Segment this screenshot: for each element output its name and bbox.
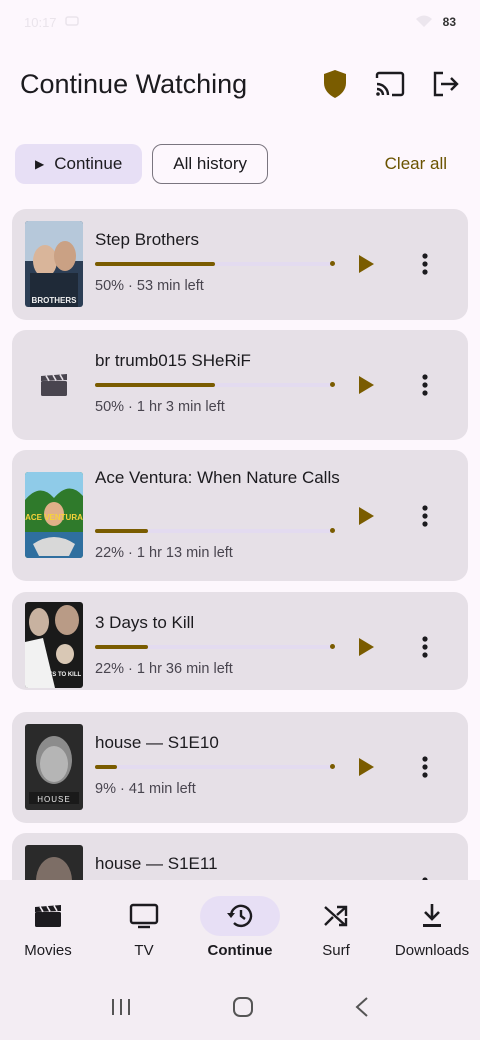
all-history-chip[interactable]: All history [152, 144, 268, 184]
item-title: house — S1E11 [95, 854, 218, 873]
progress-fill [95, 383, 215, 387]
shuffle-icon [296, 896, 376, 936]
list-item[interactable]: 3DAYS TO KILL 3 Days to Kill 22% · 1 hr … [12, 592, 468, 690]
history-icon [200, 896, 280, 936]
clapperboard-icon [8, 896, 88, 936]
play-icon[interactable] [356, 254, 376, 274]
top-app-bar: Continue Watching [0, 52, 480, 116]
svg-text:HOUSE: HOUSE [37, 795, 70, 804]
nav-label: Surf [322, 942, 350, 959]
progress-fill [95, 262, 215, 266]
nav-label: Downloads [394, 942, 470, 959]
item-meta: 22% · 1 hr 36 min left [95, 661, 233, 677]
progress-bar [95, 528, 335, 533]
svg-text:BROTHERS: BROTHERS [32, 296, 78, 305]
continue-chip-label: Continue [54, 154, 123, 173]
progress-bar [95, 382, 335, 387]
continue-filter-chip[interactable]: ▶ Continue [15, 144, 143, 184]
nav-item-downloads[interactable]: Downloads [384, 880, 480, 978]
filter-row: ▶ Continue All history Clear all [15, 143, 465, 185]
item-meta: 22% · 1 hr 13 min left [95, 545, 233, 561]
progress-end-dot [330, 261, 335, 266]
play-icon[interactable] [356, 375, 376, 395]
list-item[interactable]: br trumb015 SHeRiF 50% · 1 hr 3 min left [12, 330, 468, 440]
poster-thumbnail: 3DAYS TO KILL [25, 602, 83, 688]
item-meta: 50% · 1 hr 3 min left [95, 399, 225, 415]
play-small-icon: ▶ [35, 157, 45, 171]
home-icon[interactable] [232, 996, 254, 1023]
history-chip-label: All history [173, 154, 247, 173]
more-options-icon[interactable] [415, 635, 435, 659]
notification-icon [64, 14, 79, 31]
item-meta: 50% · 53 min left [95, 278, 204, 294]
nav-item-continue[interactable]: Continue [192, 880, 288, 978]
system-navigation-bar [0, 978, 480, 1040]
nav-item-movies[interactable]: Movies [0, 880, 96, 978]
progress-end-dot [330, 644, 335, 649]
nav-label: TV [134, 942, 154, 959]
svg-text:3DAYS TO KILL: 3DAYS TO KILL [37, 672, 82, 678]
status-bar: 10:17 83 [0, 0, 480, 44]
list-item[interactable]: BROTHERS Step Brothers 50% · 53 min left [12, 209, 468, 320]
item-title: Ace Ventura: When Nature Calls [95, 468, 340, 487]
progress-fill [95, 645, 148, 649]
poster-thumbnail [25, 845, 83, 880]
progress-fill [95, 765, 117, 769]
recent-apps-icon[interactable] [110, 997, 132, 1022]
more-options-icon[interactable] [415, 373, 435, 397]
item-title: Step Brothers [95, 230, 199, 249]
back-icon[interactable] [354, 996, 370, 1023]
item-title: br trumb015 SHeRiF [95, 351, 251, 370]
nav-label: Movies [24, 942, 72, 959]
more-options-icon[interactable] [415, 504, 435, 528]
poster-thumbnail: BROTHERS [25, 221, 83, 307]
nav-label: Continue [207, 942, 273, 959]
progress-end-dot [330, 528, 335, 533]
clapperboard-icon [25, 342, 83, 428]
poster-thumbnail: ACE VENTURA [25, 472, 83, 558]
nav-item-surf[interactable]: Surf [288, 880, 384, 978]
shield-icon[interactable] [322, 69, 348, 99]
progress-fill [95, 529, 148, 533]
cast-icon[interactable] [374, 71, 406, 97]
tv-icon [104, 896, 184, 936]
wifi-icon [415, 14, 433, 31]
play-icon[interactable] [356, 637, 376, 657]
page-title: Continue Watching [20, 68, 248, 99]
progress-end-dot [330, 382, 335, 387]
nav-item-tv[interactable]: TV [96, 880, 192, 978]
progress-bar [95, 261, 335, 266]
clear-all-button[interactable]: Clear all [385, 154, 447, 174]
continue-list: BROTHERS Step Brothers 50% · 53 min left… [12, 209, 468, 880]
item-meta: 9% · 41 min left [95, 781, 196, 797]
list-item[interactable]: ACE VENTURA Ace Ventura: When Nature Cal… [12, 450, 468, 581]
progress-end-dot [330, 764, 335, 769]
progress-bar [95, 644, 335, 649]
logout-icon[interactable] [432, 71, 460, 97]
poster-thumbnail: HOUSE [25, 724, 83, 810]
download-icon [392, 896, 472, 936]
svg-text:ACE VENTURA: ACE VENTURA [25, 513, 83, 522]
bottom-navigation: Movies TV Continue Surf Downloads [0, 880, 480, 978]
status-time: 10:17 [24, 14, 57, 30]
item-title: 3 Days to Kill [95, 613, 195, 632]
more-options-icon[interactable] [415, 252, 435, 276]
item-title: house — S1E10 [95, 733, 219, 752]
battery-level: 83 [442, 15, 456, 29]
progress-bar [95, 764, 335, 769]
play-icon[interactable] [356, 506, 376, 526]
list-item[interactable]: HOUSE house — S1E10 9% · 41 min left [12, 712, 468, 823]
list-item[interactable]: house — S1E11 [12, 833, 468, 880]
more-options-icon[interactable] [415, 755, 435, 779]
play-icon[interactable] [356, 757, 376, 777]
